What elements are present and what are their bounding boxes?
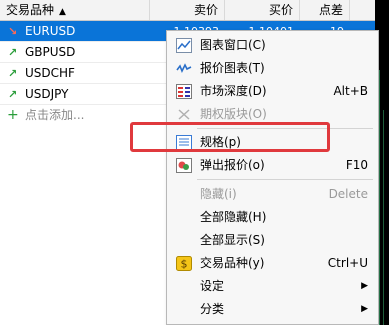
menu-item-label: 隐藏(i) bbox=[200, 187, 237, 201]
menu-item-label: 设定 bbox=[200, 279, 225, 293]
column-header-symbol-label: 交易品种 bbox=[6, 3, 55, 17]
column-header-spread[interactable]: 点差 bbox=[300, 0, 350, 20]
symbols-icon: $ bbox=[176, 256, 192, 271]
sort-up-icon: ▲ bbox=[59, 7, 66, 17]
menu-item-label: 交易品种(y) bbox=[200, 256, 265, 270]
menu-item-shortcut: Ctrl+U bbox=[327, 256, 368, 270]
price-up-icon: ↗ bbox=[8, 88, 18, 101]
menu-item-shortcut: Delete bbox=[328, 187, 368, 201]
menu-item-show-all[interactable]: 全部显示(S) bbox=[167, 229, 378, 252]
menu-item-shortcut: F10 bbox=[345, 158, 368, 172]
context-menu: 图表窗口(C) 报价图表(T) 市场深度(D) Alt+B 期权版块(O) 规格… bbox=[166, 30, 379, 325]
chart-window-icon bbox=[176, 38, 192, 53]
price-down-icon: ↘ bbox=[8, 25, 18, 38]
plus-icon: + bbox=[7, 107, 19, 123]
submenu-arrow-icon: ▶ bbox=[361, 304, 368, 314]
chart-line bbox=[383, 110, 384, 325]
menu-item-hide: 隐藏(i) Delete bbox=[167, 183, 378, 206]
highlight-box bbox=[130, 122, 330, 152]
menu-item-label: 分类 bbox=[200, 302, 225, 316]
price-up-icon: ↗ bbox=[8, 67, 18, 80]
price-up-icon: ↗ bbox=[8, 46, 18, 59]
market-watch-window: 交易品种▲ 卖价 买价 点差 ↘ EURUSD 1.10393 1.10401 … bbox=[0, 0, 389, 325]
symbol-name: GBPUSD bbox=[25, 45, 76, 59]
menu-item-popup-prices[interactable]: 弹出报价(o) F10 bbox=[167, 154, 378, 177]
symbol-name: USDJPY bbox=[25, 87, 69, 101]
svg-text:$: $ bbox=[181, 258, 188, 271]
menu-separator bbox=[197, 179, 373, 180]
symbol-name: USDCHF bbox=[25, 66, 75, 80]
table-header: 交易品种 ▲ 卖价 买价 点差 bbox=[0, 0, 375, 21]
menu-item-label: 全部隐藏(H) bbox=[200, 210, 267, 224]
popup-prices-icon bbox=[176, 158, 192, 173]
tick-chart-icon bbox=[176, 61, 192, 76]
menu-item-label: 市场深度(D) bbox=[200, 84, 267, 98]
menu-item-symbols[interactable]: $ 交易品种(y) Ctrl+U bbox=[167, 252, 378, 275]
add-symbol-label: 点击添加... bbox=[25, 108, 85, 122]
column-header-symbol[interactable]: 交易品种 ▲ bbox=[0, 0, 150, 20]
menu-item-hide-all[interactable]: 全部隐藏(H) bbox=[167, 206, 378, 229]
menu-item-label: 全部显示(S) bbox=[200, 233, 265, 247]
submenu-arrow-icon: ▶ bbox=[361, 281, 368, 291]
menu-item-label: 报价图表(T) bbox=[200, 61, 265, 75]
column-header-bid[interactable]: 卖价 bbox=[150, 0, 225, 20]
menu-item-label: 图表窗口(C) bbox=[200, 38, 266, 52]
menu-item-market-depth[interactable]: 市场深度(D) Alt+B bbox=[167, 80, 378, 103]
menu-item-label: 弹出报价(o) bbox=[200, 158, 265, 172]
menu-item-chart-window[interactable]: 图表窗口(C) bbox=[167, 34, 378, 57]
menu-item-shortcut: Alt+B bbox=[333, 84, 368, 98]
market-depth-icon bbox=[176, 84, 192, 99]
column-header-ask[interactable]: 买价 bbox=[225, 0, 300, 20]
menu-item-settings[interactable]: 设定 ▶ bbox=[167, 275, 378, 298]
menu-item-categories[interactable]: 分类 ▶ bbox=[167, 298, 378, 321]
menu-item-tick-chart[interactable]: 报价图表(T) bbox=[167, 57, 378, 80]
symbol-name: EURUSD bbox=[25, 24, 76, 38]
options-icon bbox=[176, 107, 192, 122]
